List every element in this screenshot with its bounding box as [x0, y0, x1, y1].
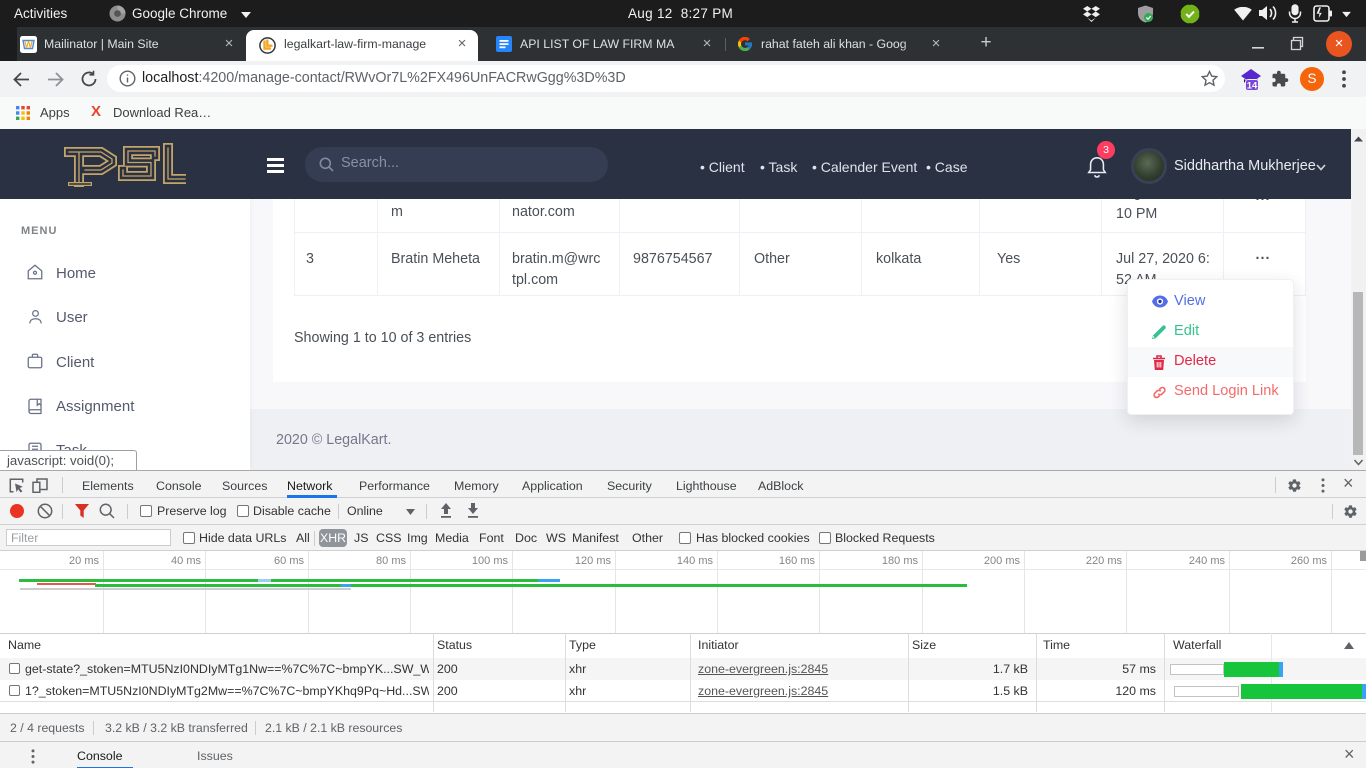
svg-text:W: W: [24, 40, 33, 50]
svg-text:14: 14: [1247, 81, 1258, 92]
